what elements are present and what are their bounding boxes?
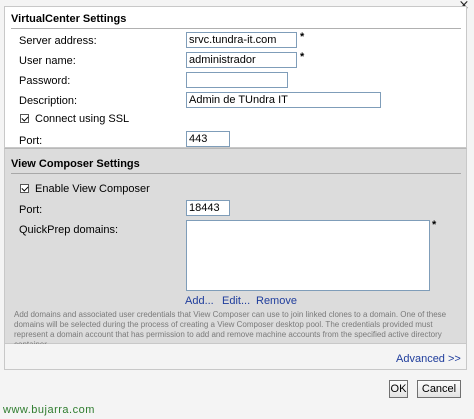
- password-input[interactable]: [186, 72, 288, 88]
- quickprep-domains-label: QuickPrep domains:: [19, 224, 119, 236]
- virtualcenter-settings-panel: VirtualCenter Settings Server address: *…: [4, 6, 467, 148]
- required-mark: *: [300, 51, 305, 63]
- required-mark: *: [300, 31, 305, 43]
- add-domain-link[interactable]: Add...: [185, 295, 214, 307]
- watermark: www.bujarra.com: [3, 404, 95, 416]
- view-composer-settings-title: View Composer Settings: [11, 158, 140, 170]
- user-name-input[interactable]: [186, 52, 297, 68]
- composer-port-input[interactable]: [186, 200, 230, 216]
- remove-domain-link[interactable]: Remove: [256, 295, 297, 307]
- vc-port-input[interactable]: [186, 131, 230, 147]
- cancel-button[interactable]: Cancel: [417, 380, 461, 398]
- divider: [11, 28, 461, 29]
- user-name-label: User name:: [19, 55, 76, 67]
- description-label: Description:: [19, 95, 78, 107]
- edit-domain-link[interactable]: Edit...: [222, 295, 250, 307]
- required-mark: *: [432, 219, 437, 231]
- divider: [11, 173, 461, 174]
- quickprep-domains-list[interactable]: [186, 220, 430, 291]
- description-input[interactable]: [186, 92, 381, 108]
- advanced-link[interactable]: Advanced >>: [396, 353, 461, 365]
- password-label: Password:: [19, 75, 71, 87]
- ok-button[interactable]: OK: [389, 380, 408, 398]
- server-address-label: Server address:: [19, 35, 97, 47]
- vc-port-label: Port:: [19, 135, 43, 147]
- connect-ssl-label: Connect using SSL: [35, 113, 130, 125]
- virtualcenter-settings-title: VirtualCenter Settings: [11, 13, 127, 25]
- server-address-input[interactable]: [186, 32, 297, 48]
- enable-view-composer-label: Enable View Composer: [35, 183, 150, 195]
- composer-port-label: Port:: [19, 204, 43, 216]
- connect-ssl-checkbox[interactable]: [20, 114, 29, 123]
- enable-view-composer-checkbox[interactable]: [20, 184, 29, 193]
